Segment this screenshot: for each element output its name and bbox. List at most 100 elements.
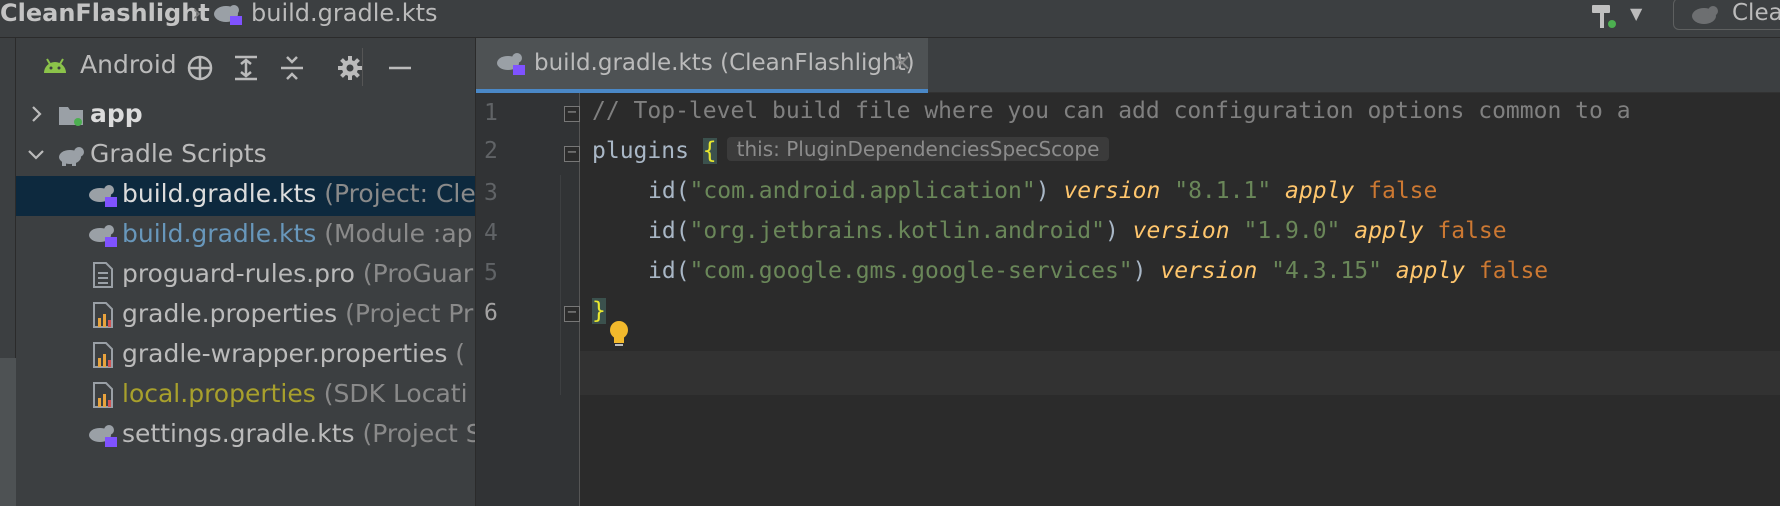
string-token: "com.google.gms.google-services" (689, 258, 1133, 284)
code-line-3[interactable]: id("com.android.application") version "8… (648, 178, 1437, 204)
breadcrumb-file[interactable]: build.gradle.kts (251, 0, 438, 26)
identifier-token: plugins (592, 138, 703, 164)
code-line-6[interactable]: } (592, 298, 606, 324)
fold-marker-icon[interactable]: − (564, 146, 580, 162)
tree-item-proguard-rules[interactable]: proguard-rules.pro (ProGuar (16, 256, 475, 296)
tree-item-label: build.gradle.kts (122, 179, 317, 208)
identifier-token: id( (648, 258, 690, 284)
breadcrumb-separator: › (192, 0, 202, 27)
tree-item-hint: (SDK Locati (315, 379, 468, 408)
function-token: apply (1354, 218, 1424, 244)
function-token: version (1063, 178, 1161, 204)
tree-item-build-gradle-project[interactable]: build.gradle.kts (Project: Cle (16, 176, 475, 216)
module-folder-icon (58, 102, 84, 132)
keyword-token: false (1478, 258, 1549, 284)
text-file-icon (92, 262, 114, 292)
hammer-icon[interactable] (1588, 2, 1618, 34)
brace-token: { (702, 138, 717, 164)
line-number: 6 (484, 300, 498, 326)
tree-item-label: app (90, 99, 143, 128)
tree-item-hint: (Project S (354, 419, 476, 448)
punct-token: ) (1035, 178, 1064, 204)
properties-icon (92, 382, 116, 412)
tree-item-gradle-wrapper-properties[interactable]: gradle-wrapper.properties ( (16, 336, 475, 376)
keyword-token: false (1368, 178, 1438, 204)
punct-token: ) (1132, 258, 1161, 284)
expand-all-icon[interactable] (230, 52, 262, 84)
punct-token: ) (1104, 218, 1133, 244)
navigation-bar: CleanFlashlight › build.gradle.kts ▼ Cle… (0, 0, 1780, 38)
fold-marker-icon[interactable]: − (564, 106, 580, 122)
run-configuration-selector[interactable]: Clea (1673, 0, 1780, 30)
gradle-kts-icon (88, 422, 118, 452)
code-editor: build.gradle.kts (CleanFlashlight) × 1 2… (476, 38, 1780, 506)
tree-item-label: gradle-wrapper.properties (122, 339, 448, 368)
run-configuration-label: Clea (1732, 0, 1780, 26)
chevron-right-icon[interactable] (26, 104, 46, 124)
properties-icon (92, 342, 116, 372)
tree-item-label: Gradle Scripts (90, 139, 267, 168)
collapse-all-icon[interactable] (276, 52, 308, 84)
gear-icon[interactable] (334, 52, 366, 84)
tree-item-gradle-scripts[interactable]: Gradle Scripts (16, 136, 475, 176)
gradle-elephant-icon (58, 142, 86, 172)
line-number: 5 (484, 260, 498, 286)
tree-item-build-gradle-module[interactable]: build.gradle.kts (Module :ap (16, 216, 475, 256)
keyword-token: false (1437, 218, 1507, 244)
chevron-down-icon[interactable] (26, 144, 46, 164)
editor-tab-build-gradle[interactable]: build.gradle.kts (CleanFlashlight) × (476, 38, 928, 93)
hide-panel-icon[interactable] (384, 52, 416, 84)
lightbulb-icon[interactable] (608, 320, 630, 352)
code-line-1[interactable]: // Top-level build file where you can ad… (592, 98, 1631, 124)
gradle-kts-icon (88, 182, 118, 212)
function-token: apply (1395, 258, 1466, 284)
android-icon (42, 58, 68, 78)
gradle-kts-icon (212, 2, 244, 30)
line-number: 2 (484, 138, 498, 164)
code-line-2[interactable]: plugins { this: PluginDependenciesSpecSco… (592, 137, 1110, 164)
gradle-kts-icon (496, 50, 526, 80)
code-line-5[interactable]: id("com.google.gms.google-services") ver… (648, 258, 1548, 284)
function-token: apply (1285, 178, 1355, 204)
identifier-token: id( (648, 178, 690, 204)
chevron-down-icon[interactable]: ▼ (1630, 4, 1642, 23)
project-view-selector[interactable]: Android (80, 50, 177, 79)
tree-item-hint: (ProGuar (354, 259, 474, 288)
tab-label: build.gradle.kts (CleanFlashlight) (534, 50, 915, 76)
tree-item-hint: (Module :ap (316, 219, 473, 248)
tree-item-local-properties[interactable]: local.properties (SDK Locati (16, 376, 475, 416)
project-tool-window-button[interactable] (0, 358, 16, 506)
properties-icon (92, 302, 116, 332)
current-line-highlight (580, 351, 1780, 395)
close-icon[interactable]: × (892, 48, 912, 76)
function-token: version (1160, 258, 1258, 284)
string-token: "1.9.0" (1243, 218, 1341, 244)
string-token: "org.jetbrains.kotlin.android" (689, 218, 1105, 244)
tree-item-label: local.properties (122, 379, 316, 408)
tree-item-hint: ( (447, 339, 466, 368)
indent-guide (560, 175, 561, 395)
comment-token: // Top-level build file where you can ad… (592, 98, 1631, 124)
tree-item-label: gradle.properties (122, 299, 338, 328)
function-token: version (1132, 218, 1230, 244)
tree-item-label: proguard-rules.pro (122, 259, 355, 288)
identifier-token: id( (648, 218, 690, 244)
breadcrumb-project[interactable]: CleanFlashlight (0, 0, 210, 26)
tree-item-hint: (Project Pr (337, 299, 474, 328)
line-number: 1 (484, 100, 498, 126)
brace-token: } (592, 298, 606, 324)
project-panel-header: Android (16, 38, 475, 96)
line-number: 4 (484, 220, 498, 246)
gradle-elephant-icon (1690, 3, 1722, 31)
locate-file-icon[interactable] (184, 52, 216, 84)
tree-item-label: build.gradle.kts (122, 219, 317, 248)
gradle-kts-icon (88, 222, 118, 252)
code-line-4[interactable]: id("org.jetbrains.kotlin.android") versi… (648, 218, 1507, 244)
tree-item-label: settings.gradle.kts (122, 419, 355, 448)
tree-item-gradle-properties[interactable]: gradle.properties (Project Pr (16, 296, 475, 336)
tree-item-app[interactable]: app (16, 96, 475, 136)
inlay-type-hint: this: PluginDependenciesSpecScope (726, 137, 1110, 161)
fold-marker-icon[interactable]: − (564, 306, 580, 322)
project-panel: Android app Gradle Scripts build.gradle.… (16, 38, 476, 506)
tree-item-settings-gradle[interactable]: settings.gradle.kts (Project S (16, 416, 476, 456)
